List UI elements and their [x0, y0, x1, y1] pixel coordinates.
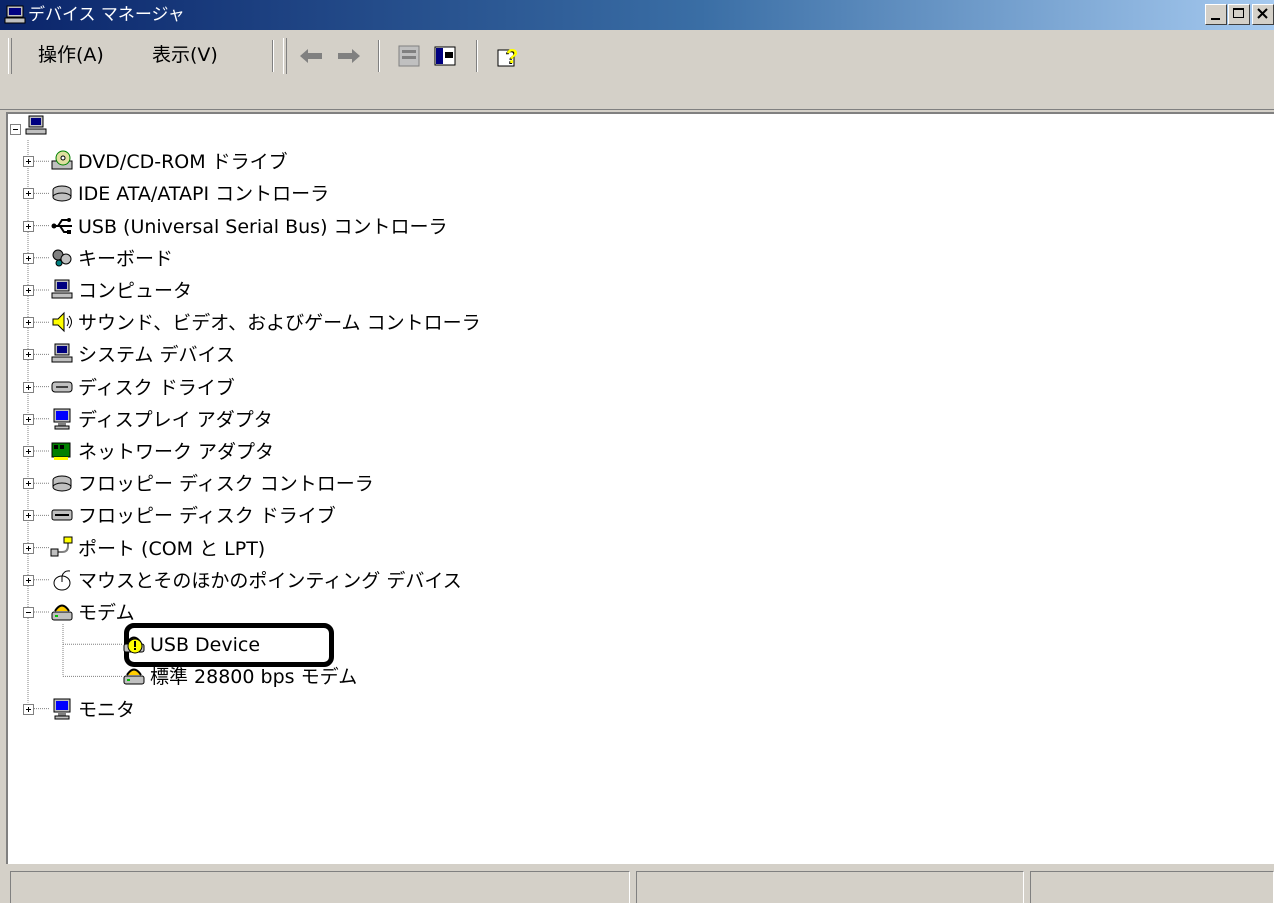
help-icon: ? ? — [497, 46, 518, 69]
toolbar-separator — [272, 40, 274, 72]
keyboard-icon — [52, 249, 72, 267]
ide-controller-icon — [52, 185, 72, 202]
mouse-icon — [53, 570, 71, 591]
close-icon — [1257, 8, 1268, 19]
status-cell-3 — [1030, 871, 1274, 903]
category-6[interactable]: システム デバイス — [78, 343, 235, 367]
category-toggle-0[interactable] — [23, 156, 34, 168]
maximize-icon — [1233, 8, 1244, 18]
modem-icon — [123, 668, 145, 685]
toolbar-grip — [8, 38, 12, 74]
forward-arrow-icon — [338, 49, 360, 63]
modem-icon — [51, 604, 73, 621]
device-tree[interactable]: DVD/CD-ROM ドライブ IDE ATA/ATAPI コントローラ USB (… — [6, 112, 1274, 864]
category-toggle-5[interactable] — [23, 317, 34, 329]
computer-icon — [4, 5, 26, 24]
close-button[interactable] — [1252, 4, 1274, 25]
category-toggle-14[interactable] — [23, 607, 34, 618]
category-toggle-6[interactable] — [23, 349, 34, 361]
modem-warning-icon — [123, 636, 145, 654]
category-toggle-2[interactable] — [23, 220, 34, 232]
category-4[interactable]: コンピュータ — [78, 279, 192, 303]
category-1[interactable]: IDE ATA/ATAPI コントローラ — [78, 182, 329, 206]
toolbar: 操作(A) 表示(V) ? ? — [0, 30, 1274, 110]
floppy-controller-icon — [52, 475, 72, 492]
back-button[interactable] — [296, 42, 326, 70]
category-toggle-1[interactable] — [23, 188, 34, 200]
category-14[interactable]: モデム — [78, 601, 135, 625]
toolbar-separator — [476, 40, 478, 72]
svg-text:?: ? — [506, 46, 518, 68]
title-bar[interactable]: デバイス マネージャ — [0, 0, 1274, 30]
category-toggle-3[interactable] — [23, 252, 34, 264]
computer-icon — [25, 115, 47, 135]
network-adapter-icon — [51, 442, 71, 460]
category-12[interactable]: ポート (COM と LPT) — [78, 537, 265, 561]
category-5[interactable]: サウンド、ビデオ、およびゲーム コントローラ — [78, 311, 481, 335]
system-device-icon — [51, 343, 73, 363]
floppy-drive-icon — [51, 509, 73, 521]
category-11[interactable]: フロッピー ディスク ドライブ — [78, 504, 336, 528]
category-toggle-12[interactable] — [23, 542, 34, 554]
show-hide-console-tree-icon — [434, 46, 456, 66]
usb-icon — [51, 217, 72, 234]
properties-icon — [398, 45, 420, 67]
back-arrow-icon — [300, 49, 322, 63]
computer-icon — [51, 279, 73, 299]
device-child-1[interactable]: 標準 28800 bps モデム — [150, 665, 357, 689]
category-10[interactable]: フロッピー ディスク コントローラ — [78, 472, 374, 496]
cdrom-icon — [51, 150, 73, 170]
show-hide-tree-button[interactable] — [430, 42, 460, 70]
speaker-icon — [52, 311, 72, 333]
maximize-button[interactable] — [1228, 4, 1250, 25]
status-cell-2 — [636, 871, 1024, 903]
category-3[interactable]: キーボード — [78, 247, 173, 271]
category-toggle-11[interactable] — [23, 510, 34, 522]
disk-drive-icon — [51, 381, 73, 393]
window-title: デバイス マネージャ — [28, 5, 185, 25]
category-8[interactable]: ディスプレイ アダプタ — [78, 408, 273, 432]
root-collapse-toggle[interactable] — [10, 124, 21, 135]
category-0[interactable]: DVD/CD-ROM ドライブ — [78, 150, 288, 174]
minimize-button[interactable] — [1205, 4, 1227, 25]
help-button[interactable]: ? ? — [494, 42, 524, 70]
properties-button[interactable] — [394, 42, 424, 70]
category-toggle-9[interactable] — [23, 446, 34, 457]
menu-view[interactable]: 表示(V) — [152, 42, 218, 68]
toolbar-separator — [378, 40, 380, 72]
category-toggle-4[interactable] — [23, 285, 34, 296]
monitor-icon — [53, 698, 71, 720]
device-usb-device[interactable]: USB Device — [150, 633, 260, 657]
toolbar-grip — [283, 38, 287, 74]
status-bar — [0, 866, 1274, 903]
forward-button[interactable] — [334, 42, 364, 70]
category-7[interactable]: ディスク ドライブ — [78, 376, 235, 400]
category-2[interactable]: USB (Universal Serial Bus) コントローラ — [78, 215, 448, 239]
device-manager-window: デバイス マネージャ 操作(A) 表示(V) ? ? DVD/CD-ROM ドラ… — [0, 0, 1274, 903]
port-icon — [50, 536, 73, 557]
menu-action[interactable]: 操作(A) — [38, 42, 104, 68]
category-13[interactable]: マウスとそのほかのポインティング デバイス — [78, 569, 462, 593]
category-15[interactable]: モニタ — [78, 698, 135, 722]
display-adapter-icon — [53, 408, 71, 430]
category-9[interactable]: ネットワーク アダプタ — [78, 440, 274, 464]
status-cell-1 — [10, 871, 630, 903]
category-toggle-13[interactable] — [23, 574, 34, 586]
category-toggle-15[interactable] — [23, 703, 34, 715]
category-toggle-10[interactable] — [23, 478, 34, 490]
category-toggle-7[interactable] — [23, 381, 34, 393]
minimize-icon — [1211, 18, 1220, 20]
category-toggle-8[interactable] — [23, 413, 34, 425]
